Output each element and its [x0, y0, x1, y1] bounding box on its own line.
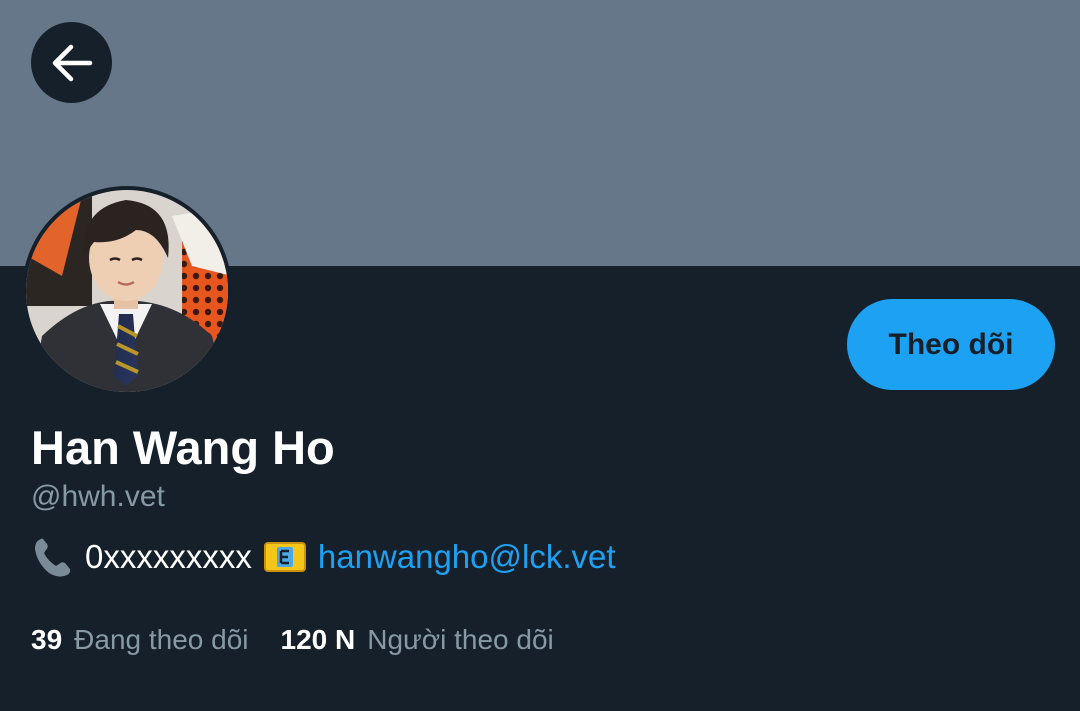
avatar-photo	[26, 190, 228, 392]
following-label: Đang theo dõi	[74, 624, 249, 655]
followers-stat[interactable]: 120 N Người theo dõi	[281, 624, 554, 656]
profile-stats: 39 Đang theo dõi 120 N Người theo dõi	[31, 620, 554, 660]
profile-bio: 0xxxxxxxxx hanwangho@lck.vet	[31, 535, 616, 579]
telephone-receiver-icon	[35, 538, 71, 577]
profile-page: Theo dõi Han Wang Ho @hwh.vet 0xxxxxxxxx…	[0, 0, 1080, 711]
follow-button[interactable]: Theo dõi	[847, 299, 1055, 390]
profile-handle: @hwh.vet	[31, 480, 165, 513]
avatar[interactable]	[22, 186, 232, 396]
followers-count: 120 N	[280, 624, 356, 655]
following-stat[interactable]: 39 Đang theo dõi	[31, 624, 249, 656]
arrow-left-icon	[52, 44, 92, 81]
back-button[interactable]	[31, 22, 112, 103]
followers-label: Người theo dõi	[367, 624, 554, 655]
bio-email-link[interactable]: hanwangho@lck.vet	[318, 538, 616, 576]
following-count: 39	[31, 624, 63, 655]
display-name: Han Wang Ho	[31, 421, 335, 474]
e-mail-icon	[263, 542, 306, 572]
bio-phone-number: 0xxxxxxxxx	[85, 538, 252, 575]
